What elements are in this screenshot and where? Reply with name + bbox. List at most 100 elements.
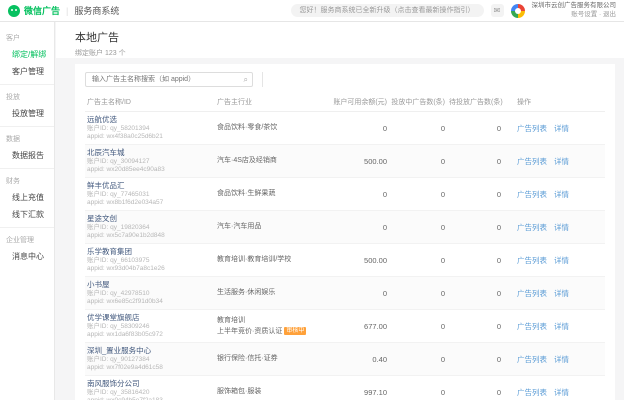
detail-link[interactable]: 详情 bbox=[554, 157, 569, 166]
service-provider-console: 微信广告 | 服务商系统 您好！服务商系统已全新升级（点击查看最新操作指引） ✉… bbox=[0, 0, 624, 400]
sidebar-section-label: 财务 bbox=[0, 174, 54, 189]
advertiser-name[interactable]: 优学课堂旗舰店 bbox=[87, 313, 213, 323]
detail-link[interactable]: 详情 bbox=[554, 322, 569, 331]
advertiser-cell: 北辰汽车城 账户ID: qy_30094127 appid: wx20d85ee… bbox=[85, 145, 215, 178]
advertiser-name[interactable]: 小书屋 bbox=[87, 280, 213, 290]
account-links[interactable]: 账号设置 · 退出 bbox=[532, 11, 617, 19]
avatar[interactable] bbox=[511, 4, 525, 18]
balance-cell: 0 bbox=[327, 277, 389, 310]
sidebar-section: 客户 绑定/解绑 客户管理 bbox=[0, 26, 54, 84]
pending-cell: 0 bbox=[447, 310, 503, 343]
advertiser-appid: appid: wx20d85ee4c90a83 bbox=[87, 166, 213, 174]
balance-cell: 0 bbox=[327, 112, 389, 145]
advertiser-name[interactable]: 鲜丰优品汇 bbox=[87, 181, 213, 191]
ad-list-link[interactable]: 广告列表 bbox=[517, 355, 547, 364]
sidebar-item[interactable]: 消息中心 bbox=[0, 248, 54, 265]
industry-label: 服饰箱包·服装 bbox=[217, 387, 325, 396]
advertiser-cell: 鲜丰优品汇 账户ID: qy_77465031 appid: wx8b1f6d2… bbox=[85, 178, 215, 211]
wechat-logo-icon bbox=[8, 5, 20, 17]
balance-cell: 0 bbox=[327, 211, 389, 244]
advertiser-appid: appid: wx5c7a90e1b2d848 bbox=[87, 232, 213, 240]
industry-label: 生活服务·休闲娱乐 bbox=[217, 288, 325, 297]
sidebar-section: 财务 线上充值 线下汇款 bbox=[0, 168, 54, 227]
search-box[interactable]: ⌕ bbox=[85, 72, 253, 87]
advertiser-account-id: 账户ID: qy_30094127 bbox=[87, 158, 213, 166]
advertiser-account-id: 账户ID: qy_42978510 bbox=[87, 290, 213, 298]
table-row: 南风服饰分公司 账户ID: qy_35816420 appid: wx0c94b… bbox=[85, 376, 605, 400]
detail-link[interactable]: 详情 bbox=[554, 190, 569, 199]
page-title: 本地广告 bbox=[75, 29, 624, 45]
sidebar-item[interactable]: 客户管理 bbox=[0, 63, 54, 80]
sidebar-item[interactable]: 投放管理 bbox=[0, 105, 54, 122]
advertiser-appid: appid: wx7f02e9a4d61c58 bbox=[87, 364, 213, 372]
sidebar-item[interactable]: 线下汇款 bbox=[0, 206, 54, 223]
balance-cell: 677.00 bbox=[327, 310, 389, 343]
notice-banner[interactable]: 您好！服务商系统已全新升级（点击查看最新操作指引） bbox=[291, 4, 484, 17]
detail-link[interactable]: 详情 bbox=[554, 388, 569, 397]
advertiser-name[interactable]: 星途文创 bbox=[87, 214, 213, 224]
sidebar-section-label: 企业管理 bbox=[0, 233, 54, 248]
ad-list-link[interactable]: 广告列表 bbox=[517, 256, 547, 265]
industry-label: 汽车·4S店及经销商 bbox=[217, 156, 325, 165]
search-input[interactable] bbox=[90, 75, 244, 84]
pending-cell: 0 bbox=[447, 277, 503, 310]
ad-list-link[interactable]: 广告列表 bbox=[517, 223, 547, 232]
pending-cell: 0 bbox=[447, 244, 503, 277]
sidebar-section: 投放 投放管理 bbox=[0, 84, 54, 126]
col-advertiser: 广告主名称/ID bbox=[85, 93, 215, 112]
sidebar-section-label: 数据 bbox=[0, 132, 54, 147]
detail-link[interactable]: 详情 bbox=[554, 289, 569, 298]
detail-link[interactable]: 详情 bbox=[554, 124, 569, 133]
actions-cell: 广告列表详情 bbox=[503, 310, 605, 343]
ad-list-link[interactable]: 广告列表 bbox=[517, 289, 547, 298]
advertiser-name[interactable]: 北辰汽车城 bbox=[87, 148, 213, 158]
advertiser-cell: 乐学教育集团 账户ID: qy_66103975 appid: wx93d04b… bbox=[85, 244, 215, 277]
page-header: 本地广告 绑定账户 123 个 bbox=[56, 22, 624, 58]
search-divider bbox=[262, 72, 263, 87]
advertiser-cell: 远航优选 账户ID: qy_58201394 appid: wx4f38a0c2… bbox=[85, 112, 215, 145]
sidebar-item[interactable]: 数据报告 bbox=[0, 147, 54, 164]
ad-list-link[interactable]: 广告列表 bbox=[517, 322, 547, 331]
industry-extra: 上半年竞价·资质认证审核中 bbox=[217, 327, 325, 336]
sidebar-section: 企业管理 消息中心 bbox=[0, 227, 54, 269]
detail-link[interactable]: 详情 bbox=[554, 223, 569, 232]
advertiser-account-id: 账户ID: qy_35816420 bbox=[87, 389, 213, 397]
industry-cell: 食品饮料·生鲜果蔬 bbox=[215, 178, 327, 211]
table-header-row: 广告主名称/ID 广告主行业 账户可用余额(元) 投放中广告数(条) 待投放广告… bbox=[85, 93, 605, 112]
balance-cell: 997.10 bbox=[327, 376, 389, 400]
col-pending: 待投放广告数(条) bbox=[447, 93, 503, 112]
search-icon[interactable]: ⌕ bbox=[244, 76, 248, 84]
pending-cell: 0 bbox=[447, 145, 503, 178]
sidebar: 客户 绑定/解绑 客户管理 投放 投放管理 数据 数据报告 财务 线上充值 线下… bbox=[0, 22, 55, 400]
sidebar-item[interactable]: 线上充值 bbox=[0, 189, 54, 206]
balance-cell: 500.00 bbox=[327, 145, 389, 178]
running-cell: 0 bbox=[389, 277, 447, 310]
advertiser-account-id: 账户ID: qy_66103975 bbox=[87, 257, 213, 265]
advertiser-cell: 星途文创 账户ID: qy_19820364 appid: wx5c7a90e1… bbox=[85, 211, 215, 244]
pending-cell: 0 bbox=[447, 343, 503, 376]
ad-list-link[interactable]: 广告列表 bbox=[517, 157, 547, 166]
advertiser-name[interactable]: 深圳_置业服务中心 bbox=[87, 346, 213, 356]
table-row: 星途文创 账户ID: qy_19820364 appid: wx5c7a90e1… bbox=[85, 211, 605, 244]
industry-label: 教育培训·教育培训/学校 bbox=[217, 255, 325, 264]
ad-list-link[interactable]: 广告列表 bbox=[517, 388, 547, 397]
pending-cell: 0 bbox=[447, 178, 503, 211]
detail-link[interactable]: 详情 bbox=[554, 355, 569, 364]
advertiser-name[interactable]: 远航优选 bbox=[87, 115, 213, 125]
ad-list-link[interactable]: 广告列表 bbox=[517, 190, 547, 199]
running-cell: 0 bbox=[389, 178, 447, 211]
industry-extra-label: 上半年竞价·资质认证 bbox=[217, 328, 282, 335]
account-info[interactable]: 深圳市云创广告服务有限公司 账号设置 · 退出 bbox=[532, 2, 617, 18]
brand[interactable]: 微信广告 | 服务商系统 bbox=[8, 4, 119, 17]
ad-list-link[interactable]: 广告列表 bbox=[517, 124, 547, 133]
sidebar-item[interactable]: 绑定/解绑 bbox=[0, 46, 54, 63]
table-row: 北辰汽车城 账户ID: qy_30094127 appid: wx20d85ee… bbox=[85, 145, 605, 178]
detail-link[interactable]: 详情 bbox=[554, 256, 569, 265]
advertiser-name[interactable]: 乐学教育集团 bbox=[87, 247, 213, 257]
brand-divider: | bbox=[66, 6, 68, 16]
advertiser-cell: 小书屋 账户ID: qy_42978510 appid: wx6e85c2f91… bbox=[85, 277, 215, 310]
industry-cell: 汽车·汽车用品 bbox=[215, 211, 327, 244]
advertiser-appid: appid: wx8b1f6d2e034a57 bbox=[87, 199, 213, 207]
envelope-icon[interactable]: ✉ bbox=[491, 4, 504, 17]
advertiser-name[interactable]: 南风服饰分公司 bbox=[87, 379, 213, 389]
